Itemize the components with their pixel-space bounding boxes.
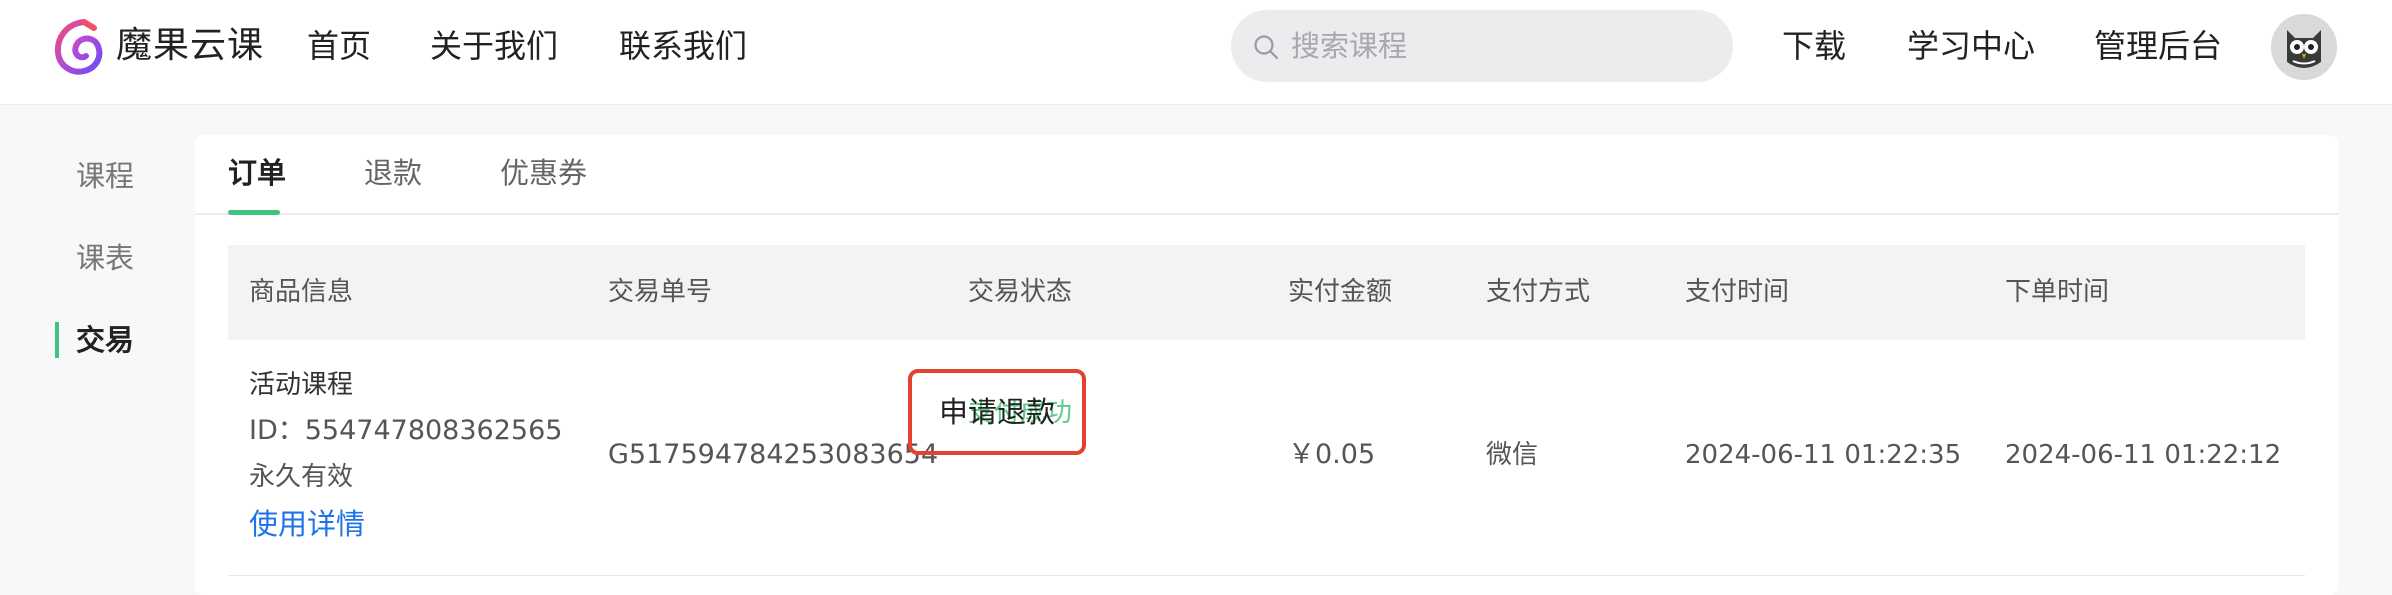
tab-orders[interactable]: 订单: [228, 153, 286, 193]
owl-avatar-icon: [2271, 14, 2337, 80]
apply-refund-button[interactable]: 申请退款: [908, 369, 1086, 455]
side-active-marker: [55, 322, 59, 358]
tab-coupons[interactable]: 优惠券: [500, 153, 587, 193]
top-header: 魔果云课 首页 关于我们 联系我们 下载 学习中心 管理后台: [0, 0, 2392, 105]
brand-name[interactable]: 魔果云课: [116, 24, 264, 68]
nav-download[interactable]: 下载: [1782, 24, 1846, 68]
search-box[interactable]: [1231, 10, 1733, 82]
order-time: 2024-06-11 01:22:12: [2005, 440, 2282, 470]
column-header-product: 商品信息: [249, 277, 354, 307]
orders-card: 订单 退款 优惠券 商品信息 交易单号 交易状态 实付金额 支付方式 支付时间 …: [195, 135, 2338, 595]
tabs-divider: [195, 213, 2338, 215]
pay-time: 2024-06-11 01:22:35: [1685, 440, 1962, 470]
side-item-schedule[interactable]: 课表: [76, 238, 134, 278]
column-header-amount: 实付金额: [1288, 277, 1393, 307]
nav-about[interactable]: 关于我们: [430, 24, 558, 68]
side-item-courses[interactable]: 课程: [76, 156, 134, 196]
nav-contact[interactable]: 联系我们: [619, 24, 747, 68]
nav-home[interactable]: 首页: [307, 24, 371, 68]
paid-amount: ￥0.05: [1288, 439, 1376, 470]
user-avatar[interactable]: [2271, 14, 2337, 80]
column-header-order-no: 交易单号: [608, 277, 713, 307]
tab-refunds[interactable]: 退款: [364, 153, 422, 193]
column-header-pay-time: 支付时间: [1685, 277, 1790, 307]
nav-learning-center[interactable]: 学习中心: [1907, 24, 2035, 68]
product-name: 活动课程: [249, 370, 354, 400]
table-header: 商品信息 交易单号 交易状态 实付金额 支付方式 支付时间 下单时间: [228, 245, 2305, 340]
column-header-order-time: 下单时间: [2005, 277, 2110, 307]
product-validity: 永久有效: [249, 462, 354, 492]
active-tab-indicator: [228, 210, 280, 215]
payment-method: 微信: [1486, 440, 1539, 470]
table-row: 活动课程 ID：554747808362565 永久有效 使用详情 G51759…: [228, 340, 2305, 576]
column-header-status: 交易状态: [968, 277, 1073, 307]
nav-admin[interactable]: 管理后台: [2094, 24, 2222, 68]
column-header-payment-method: 支付方式: [1486, 277, 1591, 307]
product-id: ID：554747808362565: [249, 415, 563, 446]
search-input[interactable]: [1291, 10, 1711, 82]
usage-details-link[interactable]: 使用详情: [249, 506, 365, 542]
side-item-transactions[interactable]: 交易: [76, 320, 134, 360]
search-icon: [1254, 35, 1279, 60]
order-number: G517594784253083654: [608, 439, 939, 470]
brand-logo-icon[interactable]: [54, 18, 104, 76]
